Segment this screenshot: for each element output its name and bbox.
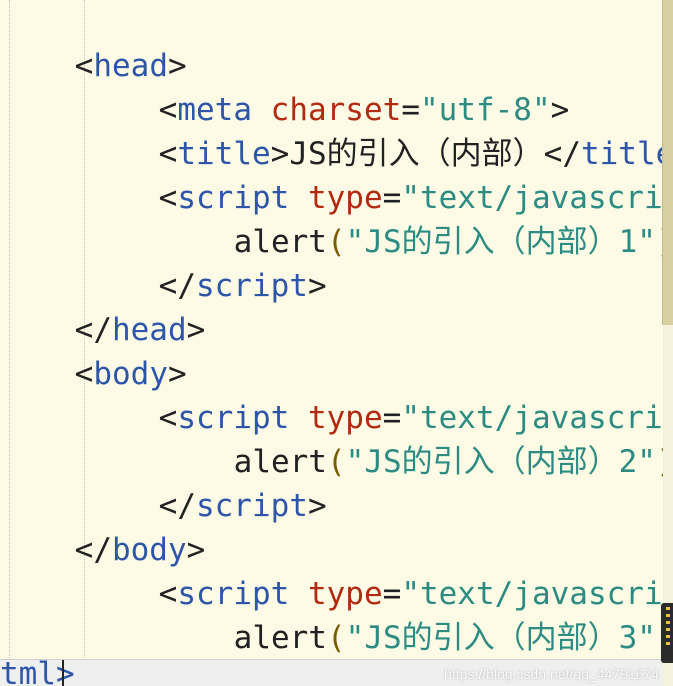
string-literal: "JS的引入（内部）1" <box>345 224 656 260</box>
code-line[interactable]: <script type="text/javascript"> <box>84 352 663 436</box>
tag-name: script <box>195 268 308 304</box>
string-literal: "JS的引入（内部）2" <box>345 444 656 480</box>
scrollbar-thumb[interactable] <box>662 0 673 325</box>
tag-name: script <box>195 488 308 524</box>
minimap-tick <box>666 614 670 617</box>
code-line[interactable]: </head> <box>0 264 206 348</box>
minimap-marker-icon[interactable] <box>661 603 673 663</box>
open-paren: ( <box>326 620 346 656</box>
tag-close-bracket: > <box>307 488 327 524</box>
open-paren: ( <box>326 224 346 260</box>
code-line[interactable]: <head> <box>0 0 187 84</box>
code-line[interactable]: <script type="text/javascript"> <box>84 528 663 612</box>
code-line[interactable]: </script> <box>84 220 327 304</box>
code-line[interactable]: alert("JS的引入（内部）1") <box>159 176 663 260</box>
code-line[interactable]: alert("JS的引入（内部）2") <box>159 396 663 480</box>
open-paren: ( <box>326 444 346 480</box>
code-line[interactable]: <meta charset="utf-8"> <box>84 44 570 128</box>
code-line[interactable]: <body> <box>0 308 187 392</box>
code-line[interactable]: <title>JS的引入（内部）</title> <box>84 88 663 172</box>
watermark: https://blog.csdn.net/qq_44791674 <box>444 666 659 682</box>
minimap-tick <box>666 621 670 624</box>
code-line[interactable]: </body> <box>0 484 206 568</box>
close-paren: ) <box>656 444 663 480</box>
status-bar: tml> https://blog.csdn.net/qq_44791674 <box>0 656 663 686</box>
minimap-tick <box>666 635 670 638</box>
code-line[interactable]: </script> <box>84 440 327 524</box>
code-line[interactable]: </script> <box>84 616 327 686</box>
text-cursor <box>62 660 64 686</box>
minimap-tick <box>666 628 670 631</box>
vertical-scrollbar[interactable] <box>662 0 673 686</box>
code-line[interactable]: <script type="text/javascript"> <box>84 132 663 216</box>
code-editor[interactable]: <head> <meta charset="utf-8"> <title>JS的… <box>0 0 663 686</box>
string-literal: "JS的引入（内部）3" <box>345 620 656 656</box>
minimap-tick <box>666 642 670 645</box>
tag-close-bracket: > <box>186 312 206 348</box>
tag-close-bracket: > <box>307 268 327 304</box>
code-line[interactable]: alert("JS的引入（内部）3") <box>159 572 663 656</box>
minimap-tick <box>666 607 670 610</box>
